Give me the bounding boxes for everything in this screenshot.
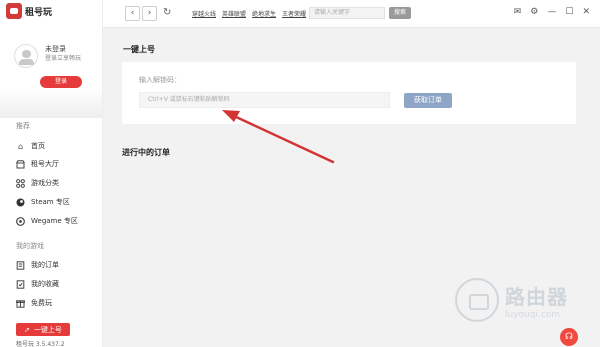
unlock-code-label: 输入解锁码：	[139, 76, 181, 84]
app-version: 租号玩 3.5.437.2	[16, 341, 65, 347]
top-bar: ‹ › ↻ 穿越火线 英雄联盟 绝地求生 王者荣耀 请输入关键字 搜索 ✉ ⚙ …	[103, 0, 600, 28]
maximize-icon[interactable]: ☐	[565, 7, 573, 17]
sidebar-item-home[interactable]: ⌂ 首页	[16, 139, 96, 153]
watermark-title: 路由器	[505, 284, 568, 309]
rocket-icon: ➚	[24, 325, 30, 334]
close-icon[interactable]: ✕	[582, 7, 590, 17]
orders-icon	[16, 260, 25, 270]
minimize-icon[interactable]: —	[547, 7, 556, 17]
history-nav: ‹ ›	[125, 6, 157, 21]
back-button[interactable]: ‹	[125, 6, 140, 21]
customer-service-headset-icon[interactable]: ☊	[560, 328, 578, 346]
sidebar-item-label: 免费玩	[31, 299, 52, 307]
home-icon: ⌂	[17, 141, 24, 151]
logo-mark-icon	[6, 3, 22, 19]
quick-link-pubg[interactable]: 绝地求生	[252, 9, 276, 18]
sidebar-item-wegame[interactable]: Wegame 专区	[16, 214, 96, 228]
chevron-right-icon: ›	[147, 8, 152, 18]
unlock-code-card: 输入解锁码： Ctrl+V 或鼠标右键粘贴解锁码 获取订单	[122, 62, 576, 124]
search-button[interactable]: 搜索	[389, 7, 411, 19]
login-button[interactable]: 登录	[40, 76, 82, 88]
window-controls: ✉ ⚙ — ☐ ✕	[514, 7, 590, 17]
sidebar-item-label: 我的收藏	[31, 280, 59, 288]
search-input[interactable]: 请输入关键字	[309, 7, 385, 19]
quick-login-label: 一键上号	[33, 325, 62, 334]
app-logo: 租号玩	[6, 3, 52, 19]
forward-button[interactable]: ›	[142, 6, 157, 21]
sidebar-item-rental-hall[interactable]: 租号大厅	[16, 157, 96, 171]
sidebar-item-steam[interactable]: Steam 专区	[16, 195, 96, 209]
section-title-my-games: 我的游戏	[16, 242, 44, 250]
favorites-icon	[16, 279, 25, 289]
sidebar-item-my-favorites[interactable]: 我的收藏	[16, 277, 96, 291]
sidebar-item-label: 首页	[31, 142, 45, 150]
user-login-prompt: 登录立享畅玩	[45, 55, 82, 62]
sidebar-item-free-play[interactable]: 免费玩	[16, 296, 96, 310]
refresh-icon[interactable]: ↻	[163, 7, 171, 18]
app-name: 租号玩	[25, 7, 53, 18]
page-title: 一键上号	[123, 45, 155, 54]
watermark-logo: 路由器 luyouqi.com	[455, 278, 568, 322]
gear-icon[interactable]: ⚙	[530, 7, 538, 17]
shop-icon	[16, 159, 25, 169]
quick-link-hok[interactable]: 王者荣耀	[282, 9, 306, 18]
chevron-left-icon: ‹	[130, 8, 135, 18]
unlock-code-input[interactable]: Ctrl+V 或鼠标右键粘贴解锁码	[139, 92, 390, 108]
watermark-site: luyouqi.com	[505, 309, 561, 320]
sidebar-item-my-orders[interactable]: 我的订单	[16, 258, 96, 272]
sidebar-item-label: Wegame 专区	[31, 217, 78, 225]
grid-icon	[16, 178, 25, 188]
user-block: 未登录 登录立享畅玩	[14, 44, 81, 68]
avatar[interactable]	[14, 44, 38, 68]
router-icon	[455, 278, 499, 322]
quick-login-button[interactable]: ➚ 一键上号	[16, 323, 70, 336]
decorative-mountain-background	[0, 88, 102, 118]
mail-icon[interactable]: ✉	[514, 7, 522, 17]
sidebar-item-game-categories[interactable]: 游戏分类	[16, 176, 96, 190]
sidebar-item-label: 游戏分类	[31, 179, 59, 187]
wegame-icon	[16, 216, 25, 226]
sidebar: 租号玩 未登录 登录立享畅玩 登录 推荐 ⌂ 首页 租号大厅 游戏分类 Stea…	[0, 0, 103, 347]
sidebar-item-label: 租号大厅	[31, 160, 59, 168]
sidebar-item-label: 我的订单	[31, 261, 59, 269]
active-orders-title: 进行中的订单	[122, 148, 170, 157]
quick-game-links: 穿越火线 英雄联盟 绝地求生 王者荣耀	[192, 9, 306, 18]
section-title-recommend: 推荐	[16, 122, 30, 130]
steam-icon	[16, 198, 25, 207]
sidebar-item-label: Steam 专区	[31, 198, 70, 206]
free-icon	[16, 299, 25, 308]
get-order-button[interactable]: 获取订单	[404, 93, 452, 108]
user-status: 未登录	[45, 45, 66, 53]
quick-link-lol[interactable]: 英雄联盟	[222, 9, 246, 18]
quick-link-cf[interactable]: 穿越火线	[192, 9, 216, 18]
